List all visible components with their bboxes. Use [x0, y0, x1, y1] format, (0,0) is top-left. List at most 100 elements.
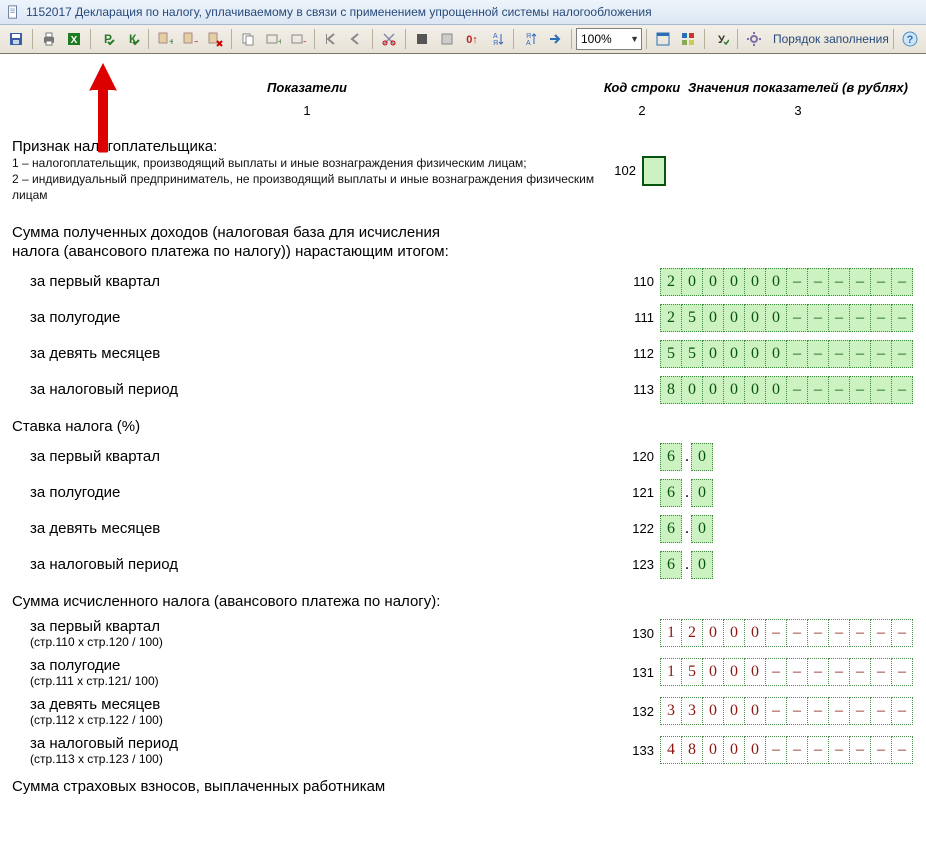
- digit-cell[interactable]: –: [807, 304, 829, 332]
- print-button[interactable]: [37, 27, 61, 51]
- digit-cell[interactable]: 6: [660, 479, 682, 507]
- digit-cell[interactable]: 0: [702, 376, 724, 404]
- digit-cell[interactable]: –: [828, 340, 850, 368]
- digit-cell[interactable]: 2: [660, 304, 682, 332]
- digit-cell[interactable]: –: [870, 340, 892, 368]
- digit-cell[interactable]: 5: [681, 304, 703, 332]
- digit-cell[interactable]: 0: [765, 268, 787, 296]
- digit-cell[interactable]: –: [828, 376, 850, 404]
- digit-cell[interactable]: 8: [660, 376, 682, 404]
- save-button[interactable]: [4, 27, 28, 51]
- income-row: за налоговый период113800000––––––: [12, 376, 914, 404]
- digit-cell[interactable]: 0: [723, 304, 745, 332]
- settings-button[interactable]: [742, 27, 766, 51]
- digit-cell[interactable]: 0: [691, 479, 713, 507]
- view2-button[interactable]: [676, 27, 700, 51]
- digit-cell[interactable]: 0: [744, 304, 766, 332]
- digit-cell[interactable]: 0: [723, 268, 745, 296]
- digit-cell[interactable]: 6: [660, 515, 682, 543]
- digit-cell[interactable]: 5: [681, 340, 703, 368]
- remove-row-button[interactable]: −: [286, 27, 310, 51]
- row-label: за полугодие: [12, 309, 620, 326]
- add-row-button[interactable]: +: [261, 27, 285, 51]
- digit-cell[interactable]: –: [828, 268, 850, 296]
- digit-cell[interactable]: 0: [765, 376, 787, 404]
- digit-cell[interactable]: –: [849, 268, 871, 296]
- fill-dark-button[interactable]: [410, 27, 434, 51]
- zoom-select[interactable]: 100% ▼: [576, 28, 642, 50]
- row-sublabel: (стр.112 х стр.122 / 100): [30, 713, 620, 727]
- digit-cell[interactable]: –: [849, 376, 871, 404]
- delete-section-button[interactable]: [203, 27, 227, 51]
- digit-cell[interactable]: 0: [702, 304, 724, 332]
- digit-cell[interactable]: –: [786, 340, 808, 368]
- next-button[interactable]: [543, 27, 567, 51]
- digit-cell[interactable]: –: [891, 268, 913, 296]
- field-102[interactable]: [642, 156, 666, 186]
- digit-cell[interactable]: –: [807, 340, 829, 368]
- copy-button[interactable]: [236, 27, 260, 51]
- digit-cell[interactable]: –: [807, 268, 829, 296]
- digit-cell: –: [765, 697, 787, 725]
- toolbar: X Р К + − + − 0↑ АЯ ЯА 100% ▼ У Порядок …: [0, 25, 926, 54]
- fill-light-button[interactable]: [435, 27, 459, 51]
- row-label: за девять месяцев: [12, 345, 620, 362]
- digit-cell[interactable]: –: [849, 340, 871, 368]
- digit-cell[interactable]: –: [849, 304, 871, 332]
- row-code: 113: [620, 382, 660, 397]
- digit-cell[interactable]: 0: [691, 551, 713, 579]
- calc-k-button[interactable]: К: [120, 27, 144, 51]
- digit-cell[interactable]: 6: [660, 551, 682, 579]
- sort-asc-button[interactable]: АЯ: [485, 27, 509, 51]
- digit-cell[interactable]: –: [786, 304, 808, 332]
- digit-cell[interactable]: –: [870, 268, 892, 296]
- digit-cell[interactable]: 2: [660, 268, 682, 296]
- rate-row: за девять месяцев1226.0: [12, 515, 914, 543]
- digit-cell[interactable]: 0: [691, 515, 713, 543]
- digit-cell[interactable]: 0: [744, 268, 766, 296]
- digit-cell[interactable]: –: [786, 376, 808, 404]
- excel-export-button[interactable]: X: [62, 27, 86, 51]
- digit-cell[interactable]: –: [786, 268, 808, 296]
- upload-button[interactable]: У: [709, 27, 733, 51]
- digit-cell[interactable]: 0: [744, 340, 766, 368]
- fill-order-link[interactable]: Порядок заполнения: [773, 32, 889, 46]
- digit-cell[interactable]: –: [891, 376, 913, 404]
- calc-row: за налоговый период(стр.113 х стр.123 / …: [12, 735, 914, 766]
- cut-button[interactable]: [377, 27, 401, 51]
- digit-cell[interactable]: 0: [723, 376, 745, 404]
- nav-first-button[interactable]: [319, 27, 343, 51]
- remove-section-button[interactable]: −: [178, 27, 202, 51]
- header-values: Значения показателей (в рублях): [682, 80, 914, 95]
- digit-cell[interactable]: –: [870, 376, 892, 404]
- row-code: 120: [620, 449, 660, 464]
- rate-row: за полугодие1216.0: [12, 479, 914, 507]
- digit-cell[interactable]: 0: [765, 304, 787, 332]
- nav-prev-button[interactable]: [344, 27, 368, 51]
- digit-cell[interactable]: –: [891, 304, 913, 332]
- digit-cells: 800000––––––: [660, 376, 913, 404]
- digit-cell[interactable]: –: [870, 304, 892, 332]
- digit-cells: 33000–––––––: [660, 697, 913, 725]
- digit-cell[interactable]: 0: [702, 340, 724, 368]
- digit-cell[interactable]: 6: [660, 443, 682, 471]
- digit-cell[interactable]: 0: [744, 376, 766, 404]
- sort-desc-button[interactable]: ЯА: [518, 27, 542, 51]
- digit-cell[interactable]: –: [891, 340, 913, 368]
- view1-button[interactable]: [651, 27, 675, 51]
- digit-cell[interactable]: 0: [723, 340, 745, 368]
- svg-text:−: −: [194, 37, 198, 47]
- svg-text:+: +: [169, 37, 173, 47]
- help-button[interactable]: ?: [898, 27, 922, 51]
- add-section-button[interactable]: +: [153, 27, 177, 51]
- digit-cell[interactable]: 5: [660, 340, 682, 368]
- calc-p-button[interactable]: Р: [95, 27, 119, 51]
- digit-cell[interactable]: 0: [702, 268, 724, 296]
- font-size-button[interactable]: 0↑: [460, 27, 484, 51]
- digit-cell[interactable]: 0: [681, 376, 703, 404]
- digit-cell[interactable]: –: [828, 304, 850, 332]
- digit-cell[interactable]: 0: [765, 340, 787, 368]
- digit-cell[interactable]: –: [807, 376, 829, 404]
- digit-cell[interactable]: 0: [681, 268, 703, 296]
- digit-cell[interactable]: 0: [691, 443, 713, 471]
